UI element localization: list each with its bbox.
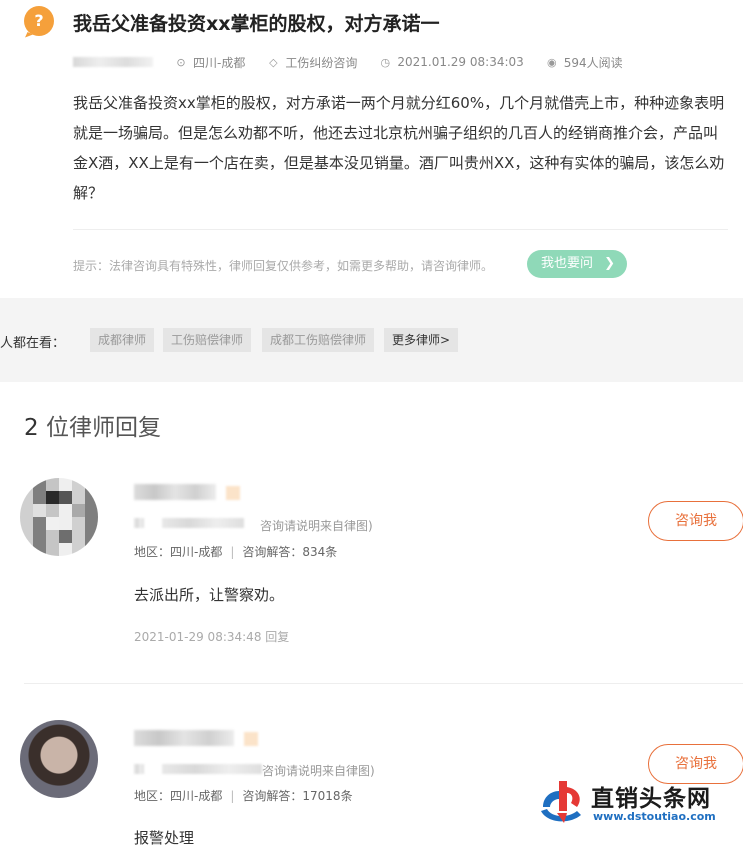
related-chip[interactable]: 成都工伤赔偿律师: [262, 328, 375, 352]
consult-button[interactable]: 咨询我: [648, 501, 743, 541]
site-watermark: 直销头条网 www.dstoutiao.com: [537, 775, 743, 831]
ask-too-label: 我也要问: [541, 256, 594, 271]
avatar[interactable]: [20, 478, 98, 556]
category-text[interactable]: 工伤纠纷咨询: [285, 54, 357, 71]
reply-text: 报警处理: [134, 829, 195, 847]
cert-note: 咨询请说明来自律图): [260, 519, 373, 533]
others-viewing-label: 他人都在看：: [0, 336, 66, 351]
eye-icon: ◉: [546, 55, 557, 69]
cert-icon-blurred: [134, 518, 144, 528]
lawyer-badge-blurred: [226, 486, 240, 500]
phone-blurred: [162, 518, 244, 528]
reply-time: 2021-01-29 08:34:48 回复: [134, 630, 290, 644]
question-icon: ?: [24, 6, 54, 36]
disclaimer-tip: 提示：法律咨询具有特殊性，律师回复仅供参考，如需更多帮助，请咨询律师。: [73, 259, 494, 273]
datetime-text: 2021.01.29 08:34:03: [397, 55, 524, 69]
cert-icon-blurred: [134, 764, 144, 774]
tag-icon: ◇: [269, 55, 278, 69]
lawyer-answers: 咨询解答：17018条: [242, 789, 353, 803]
replies-heading: 2 位律师回复: [24, 408, 161, 442]
divider: [73, 229, 728, 230]
related-chip[interactable]: 成都律师: [90, 328, 155, 352]
related-chip[interactable]: 工伤赔偿律师: [163, 328, 252, 352]
views-text: 594人阅读: [563, 55, 623, 70]
clock-icon: ◷: [380, 55, 391, 69]
location-text: 四川-成都: [193, 55, 246, 70]
watermark-logo-icon: [541, 781, 581, 823]
meta-datetime: ◷ 2021.01.29 08:34:03: [379, 55, 524, 69]
lawyer-region: 地区：四川-成都: [134, 789, 223, 803]
phone-blurred: [162, 764, 262, 774]
chevron-right-icon: ❯: [604, 256, 615, 271]
meta-location: ⊙ 四川-成都: [175, 54, 245, 71]
replies-heading-text: 位律师回复: [45, 415, 161, 441]
lawyer-name-blurred[interactable]: [134, 484, 216, 500]
lawyer-name-blurred[interactable]: [134, 730, 234, 746]
ask-too-button[interactable]: 我也要问 ❯: [527, 250, 627, 278]
avatar[interactable]: [20, 720, 98, 798]
cert-note: 咨询请说明来自律图): [262, 764, 375, 778]
lawyer-meta: 地区：四川-成都 | 咨询解答：17018条: [134, 789, 353, 803]
reply-text: 去派出所，让警察劝。: [134, 586, 285, 604]
lawyer-region: 地区：四川-成都: [134, 545, 223, 559]
meta-category[interactable]: ◇ 工伤纠纷咨询: [267, 54, 357, 71]
replies-count: 2: [24, 415, 39, 441]
more-lawyers-chip[interactable]: 更多律师>: [384, 328, 459, 352]
lawyer-meta: 地区：四川-成都 | 咨询解答：834条: [134, 545, 338, 559]
location-pin-icon: ⊙: [176, 55, 186, 69]
lawyer-answers: 咨询解答：834条: [242, 545, 338, 559]
meta-views: ◉ 594人阅读: [546, 54, 623, 71]
asker-name-blurred: [73, 57, 153, 67]
watermark-url: www.dstoutiao.com: [593, 810, 716, 823]
lawyer-badge-blurred: [244, 732, 258, 746]
watermark-name: 直销头条网: [591, 786, 711, 812]
question-title: 我岳父准备投资xx掌柜的股权，对方承诺一: [73, 13, 440, 35]
divider: [24, 683, 743, 684]
question-body: 我岳父准备投资xx掌柜的股权，对方承诺一两个月就分红60%，几个月就借壳上市，种…: [73, 94, 725, 202]
question-meta: ⊙ 四川-成都 ◇ 工伤纠纷咨询 ◷ 2021.01.29 08:34:03 ◉…: [73, 54, 645, 70]
